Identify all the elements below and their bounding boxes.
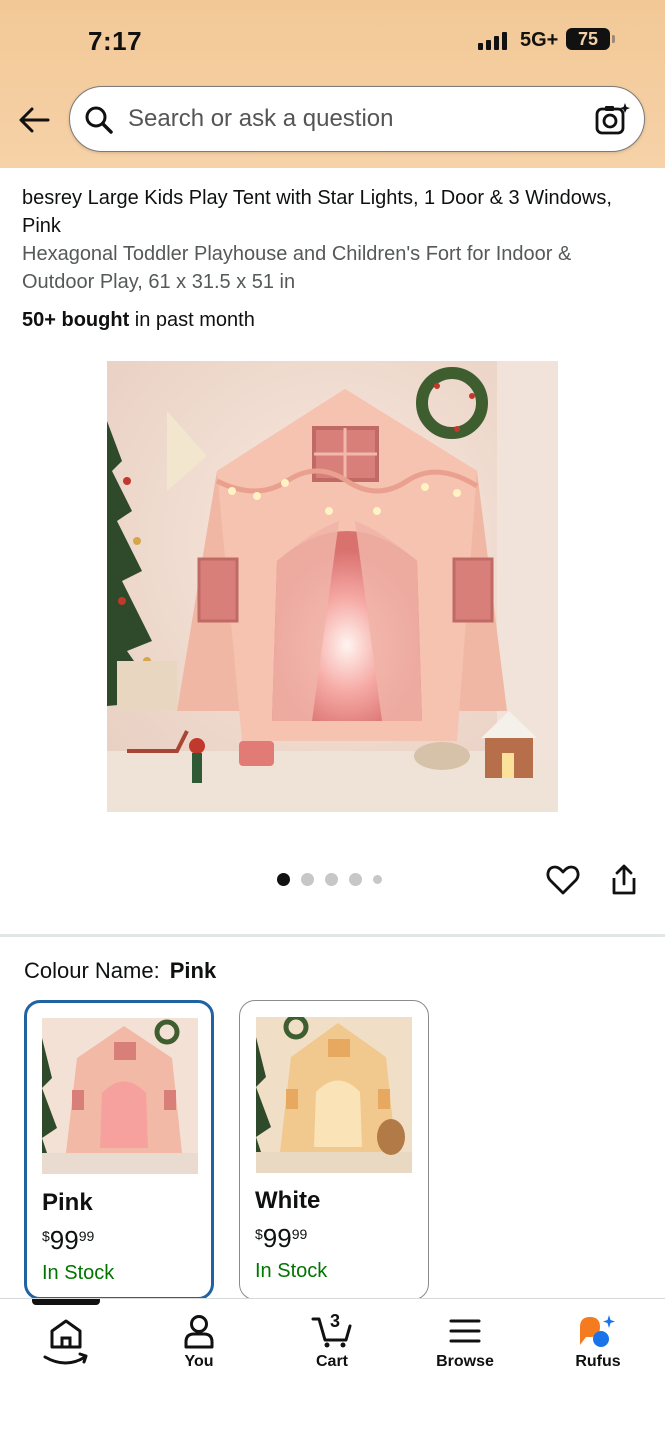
battery-icon: 75 <box>566 28 615 50</box>
rufus-icon <box>580 1315 615 1347</box>
camera-lens-icon[interactable] <box>594 101 630 137</box>
cellular-signal-icon <box>478 32 507 50</box>
carousel-dot-4[interactable] <box>349 873 362 886</box>
colour-option-pink[interactable]: Pink $99 99 In Stock <box>24 1000 214 1300</box>
menu-icon <box>449 1319 481 1343</box>
heart-icon[interactable] <box>545 862 581 898</box>
tent-photo <box>107 361 558 812</box>
back-button[interactable] <box>14 100 54 140</box>
carousel-dot-2[interactable] <box>301 873 314 886</box>
colour-option-name: Pink <box>42 1189 93 1216</box>
tab-browse[interactable]: Browse <box>415 1313 515 1371</box>
product-image[interactable] <box>107 361 558 812</box>
cart-count-badge: 3 <box>330 1311 341 1331</box>
search-input[interactable] <box>128 99 568 139</box>
colour-thumb-pink <box>42 1018 198 1174</box>
network-type: 5G+ <box>520 29 559 51</box>
bought-count-rest: in past month <box>129 309 255 331</box>
tab-browse-label: Browse <box>436 1353 494 1370</box>
colour-thumb-white <box>256 1017 412 1173</box>
bought-count: 50+ bought in past month <box>22 306 642 334</box>
colour-option-price: $99 99 <box>255 1223 308 1253</box>
home-icon <box>43 1319 88 1365</box>
search-icon <box>85 106 113 134</box>
carousel-dot-1[interactable] <box>277 873 290 886</box>
carousel-dot-5[interactable] <box>373 875 382 884</box>
colour-option-price: $99 99 <box>42 1225 95 1255</box>
product-subtitle: Hexagonal Toddler Playhouse and Children… <box>22 243 572 293</box>
image-carousel-dots[interactable] <box>277 873 382 886</box>
product-info: besrey Large Kids Play Tent with Star Li… <box>22 184 642 334</box>
tab-rufus[interactable]: Rufus <box>548 1313 648 1371</box>
person-icon <box>184 1315 214 1349</box>
stock-status: In Stock <box>255 1260 328 1282</box>
search-bar[interactable] <box>69 86 645 152</box>
status-bar: 7:17 5G+ 75 <box>0 24 665 60</box>
colour-option-name: White <box>255 1187 321 1214</box>
product-title[interactable]: besrey Large Kids Play Tent with Star Li… <box>22 184 642 240</box>
bottom-tab-bar: You 3 Cart Browse Rufus <box>0 1298 665 1440</box>
tab-cart-label: Cart <box>315 1353 348 1370</box>
tab-cart[interactable]: 3 Cart <box>282 1311 382 1371</box>
status-time: 7:17 <box>88 26 143 56</box>
colour-label-text: Colour Name: <box>24 958 160 983</box>
app-header: 7:17 5G+ 75 <box>0 0 665 168</box>
colour-option-white[interactable]: White $99 99 In Stock <box>239 1000 429 1300</box>
bought-count-bold: 50+ bought <box>22 309 130 331</box>
carousel-dot-3[interactable] <box>325 873 338 886</box>
share-icon[interactable] <box>608 862 640 898</box>
tab-home[interactable] <box>16 1313 116 1369</box>
tab-you-label: You <box>184 1353 214 1370</box>
arrow-left-icon <box>19 107 50 133</box>
colour-name-label: Colour Name: Pink <box>24 958 216 984</box>
tab-rufus-label: Rufus <box>575 1353 621 1370</box>
stock-status: In Stock <box>42 1262 115 1284</box>
tab-you[interactable]: You <box>149 1313 249 1371</box>
section-divider <box>0 934 665 937</box>
active-tab-indicator <box>32 1299 100 1305</box>
colour-selected-value: Pink <box>169 958 217 983</box>
